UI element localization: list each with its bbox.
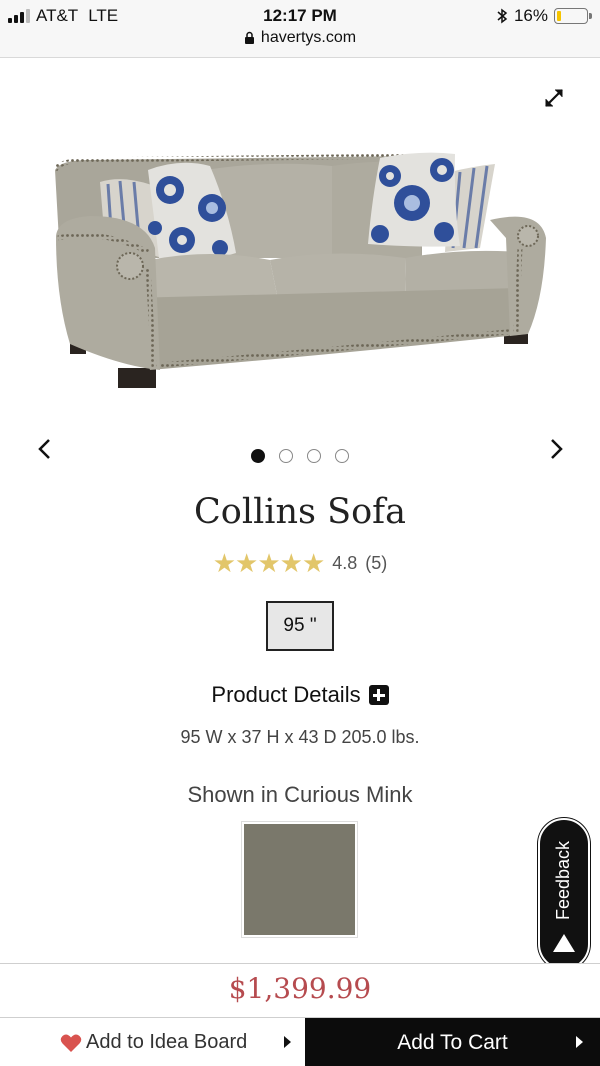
caret-right-icon[interactable] [284, 1036, 291, 1048]
product-dimensions: 95 W x 37 H x 43 D 205.0 lbs. [180, 727, 420, 747]
battery-fill [557, 11, 562, 21]
product-image[interactable] [50, 148, 550, 393]
rating-value: 4.8 [332, 552, 358, 573]
url-text: havertys.com [260, 29, 357, 46]
product-price: $1,399.99 [228, 972, 372, 1005]
gallery-pagination [0, 449, 600, 463]
product-rating[interactable]: ★★★★★ 4.8 (5) [0, 550, 600, 576]
gallery-dot[interactable] [251, 449, 265, 463]
caret-right-icon[interactable] [576, 1036, 583, 1048]
gallery-dot[interactable] [335, 449, 349, 463]
shown-in-label: Shown in Curious Mink [187, 782, 413, 807]
price-bar: $1,399.99 [0, 963, 600, 1017]
lock-icon [244, 31, 254, 44]
idea-board-label: Add to Idea Board [86, 1031, 248, 1053]
patterned-pillow [368, 152, 460, 247]
product-details-label: Product Details [211, 682, 361, 707]
add-to-idea-board-button[interactable]: Add to Idea Board [0, 1018, 305, 1066]
plus-icon [368, 685, 389, 705]
fabric-swatch[interactable] [241, 821, 358, 938]
add-to-cart-button[interactable]: Add To Cart [305, 1018, 600, 1066]
url-bar[interactable]: havertys.com [0, 29, 600, 47]
review-count: (5) [365, 552, 388, 573]
bluetooth-icon [497, 8, 508, 24]
star-rating-icon: ★★★★★ [212, 548, 326, 578]
size-option-button[interactable]: 95 " [266, 601, 334, 651]
action-bar: Add to Idea Board Add To Cart [0, 1017, 600, 1066]
expand-icon[interactable] [542, 86, 566, 110]
gallery-dot[interactable] [307, 449, 321, 463]
product-details-toggle[interactable]: Product Details [0, 682, 600, 708]
heart-icon [60, 1034, 82, 1052]
status-bar: AT&T LTE 12:17 PM 16% havertys.com [0, 0, 600, 58]
feedback-label: Feedback [553, 840, 574, 921]
battery-percent: 16% [513, 6, 548, 25]
swatch-color [244, 824, 355, 935]
status-right: 16% [496, 6, 592, 26]
gallery-dot[interactable] [279, 449, 293, 463]
triangle-up-icon [553, 934, 575, 952]
battery-icon [554, 8, 592, 24]
feedback-button[interactable]: Feedback [538, 818, 590, 970]
add-to-cart-label: Add To Cart [397, 1030, 508, 1054]
product-title: Collins Sofa [194, 492, 406, 532]
